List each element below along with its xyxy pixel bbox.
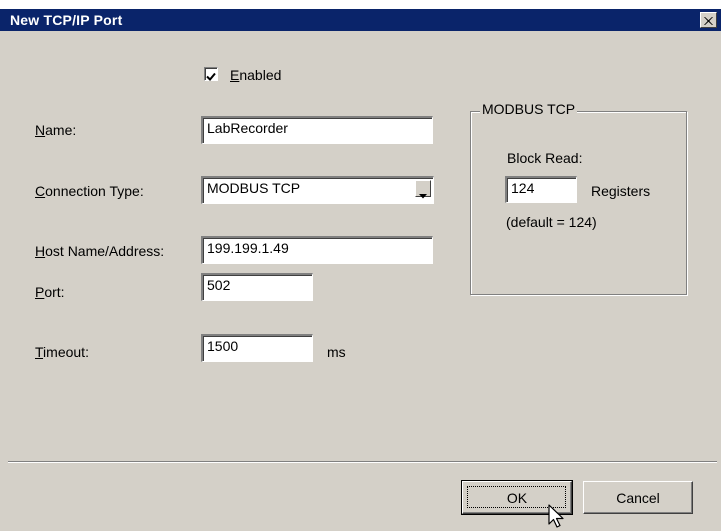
block-read-input[interactable]: 124 (505, 176, 577, 203)
port-input[interactable]: 502 (201, 273, 313, 301)
modbus-group-title: MODBUS TCP (480, 101, 578, 117)
connection-type-accel: C (35, 183, 46, 199)
block-read-label: Block Read: (507, 150, 583, 166)
enabled-label-rest: nabled (239, 67, 282, 83)
top-strip (0, 0, 721, 9)
cancel-button-label: Cancel (616, 489, 660, 506)
enabled-checkbox[interactable] (204, 67, 218, 81)
connection-type-label-rest: onnection Type: (45, 183, 144, 199)
enabled-accel: E (230, 67, 240, 83)
cancel-button[interactable]: Cancel (583, 481, 693, 514)
timeout-accel: T (35, 344, 44, 360)
close-button[interactable] (700, 12, 717, 28)
connection-type-select[interactable]: MODBUS TCP (201, 176, 434, 204)
port-label: Port: (35, 284, 65, 300)
dropdown-arrow-icon (419, 186, 427, 202)
checkmark-icon (206, 69, 216, 85)
mouse-cursor-icon (548, 504, 565, 531)
connection-type-label: Connection Type: (35, 183, 144, 199)
name-label-rest: ame: (45, 122, 77, 138)
port-accel: P (35, 284, 45, 300)
connection-type-dropdown-button[interactable] (415, 180, 431, 199)
title-bar[interactable]: New TCP/IP Port (0, 9, 721, 31)
timeout-unit: ms (327, 344, 346, 360)
timeout-label-rest: imeout: (43, 344, 89, 360)
close-icon (704, 14, 713, 27)
timeout-input[interactable]: 1500 (201, 334, 313, 362)
window-title: New TCP/IP Port (10, 12, 123, 28)
host-input[interactable]: 199.199.1.49 (201, 236, 433, 264)
default-note: (default = 124) (506, 214, 597, 230)
port-label-rest: ort: (44, 284, 65, 300)
timeout-label: Timeout: (35, 344, 89, 360)
enabled-label[interactable]: Enabled (230, 67, 281, 83)
connection-type-value: MODBUS TCP (207, 180, 301, 196)
modbus-tcp-group (470, 111, 687, 295)
name-label: Name: (35, 122, 76, 138)
host-accel: H (35, 243, 46, 259)
host-label-rest: ost Name/Address: (45, 243, 165, 259)
host-label: Host Name/Address: (35, 243, 164, 259)
name-accel: N (35, 122, 46, 138)
registers-label: Registers (591, 183, 651, 199)
name-input[interactable]: LabRecorder (201, 116, 433, 144)
separator-highlight (8, 462, 717, 463)
